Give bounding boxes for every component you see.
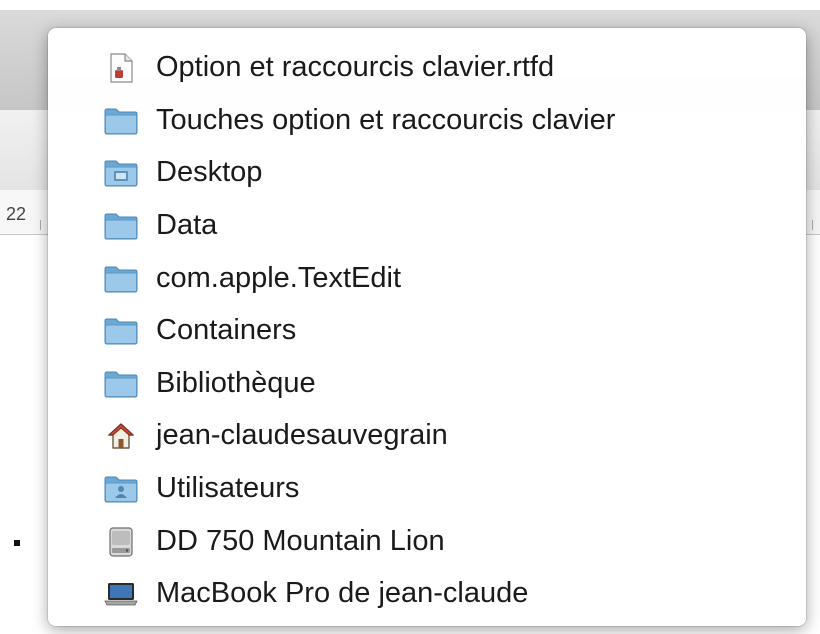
ruler-tick [40, 220, 41, 230]
menu-item-label: Desktop [156, 156, 263, 189]
rtfd-document-icon [104, 53, 138, 83]
menu-item-bibliotheque[interactable]: Bibliothèque [48, 358, 806, 411]
menu-item-label: MacBook Pro de jean-claude [156, 577, 529, 610]
hard-drive-icon [104, 527, 138, 557]
folder-icon [104, 316, 138, 346]
folder-icon [104, 106, 138, 136]
menu-item-home[interactable]: jean-claudesauvegrain [48, 410, 806, 463]
menu-item-macbook[interactable]: MacBook Pro de jean-claude [48, 568, 806, 621]
menu-item-label: Data [156, 208, 218, 241]
menu-item-label: Utilisateurs [156, 471, 300, 504]
menu-item-label: Containers [156, 314, 297, 347]
users-folder-icon [104, 474, 138, 504]
menu-item-label: Option et raccourcis clavier.rtfd [156, 51, 555, 84]
folder-icon [104, 264, 138, 294]
menu-item-touches-folder[interactable]: Touches option et raccourcis clavier [48, 95, 806, 148]
menu-item-rtfd-file[interactable]: Option et raccourcis clavier.rtfd [48, 42, 806, 95]
ruler-label: 22 [6, 204, 27, 224]
menu-item-label: com.apple.TextEdit [156, 261, 402, 294]
background-top-strip [0, 0, 820, 10]
path-popup-menu: Option et raccourcis clavier.rtfd Touche… [48, 28, 806, 626]
menu-item-label: DD 750 Mountain Lion [156, 524, 445, 557]
ruler-tick [812, 220, 813, 230]
desktop-folder-icon [104, 158, 138, 188]
menu-item-desktop[interactable]: Desktop [48, 147, 806, 200]
folder-icon [104, 369, 138, 399]
menu-item-utilisateurs[interactable]: Utilisateurs [48, 463, 806, 516]
laptop-icon [104, 579, 138, 609]
menu-list: Option et raccourcis clavier.rtfd Touche… [48, 42, 806, 621]
menu-item-containers[interactable]: Containers [48, 305, 806, 358]
document-bullet [14, 540, 20, 546]
menu-item-label: Touches option et raccourcis clavier [156, 103, 616, 136]
menu-item-textedit[interactable]: com.apple.TextEdit [48, 252, 806, 305]
menu-item-label: jean-claudesauvegrain [156, 419, 448, 452]
menu-item-label: Bibliothèque [156, 366, 316, 399]
home-icon [104, 421, 138, 451]
folder-icon [104, 211, 138, 241]
menu-item-data[interactable]: Data [48, 200, 806, 253]
menu-item-hard-drive[interactable]: DD 750 Mountain Lion [48, 515, 806, 568]
